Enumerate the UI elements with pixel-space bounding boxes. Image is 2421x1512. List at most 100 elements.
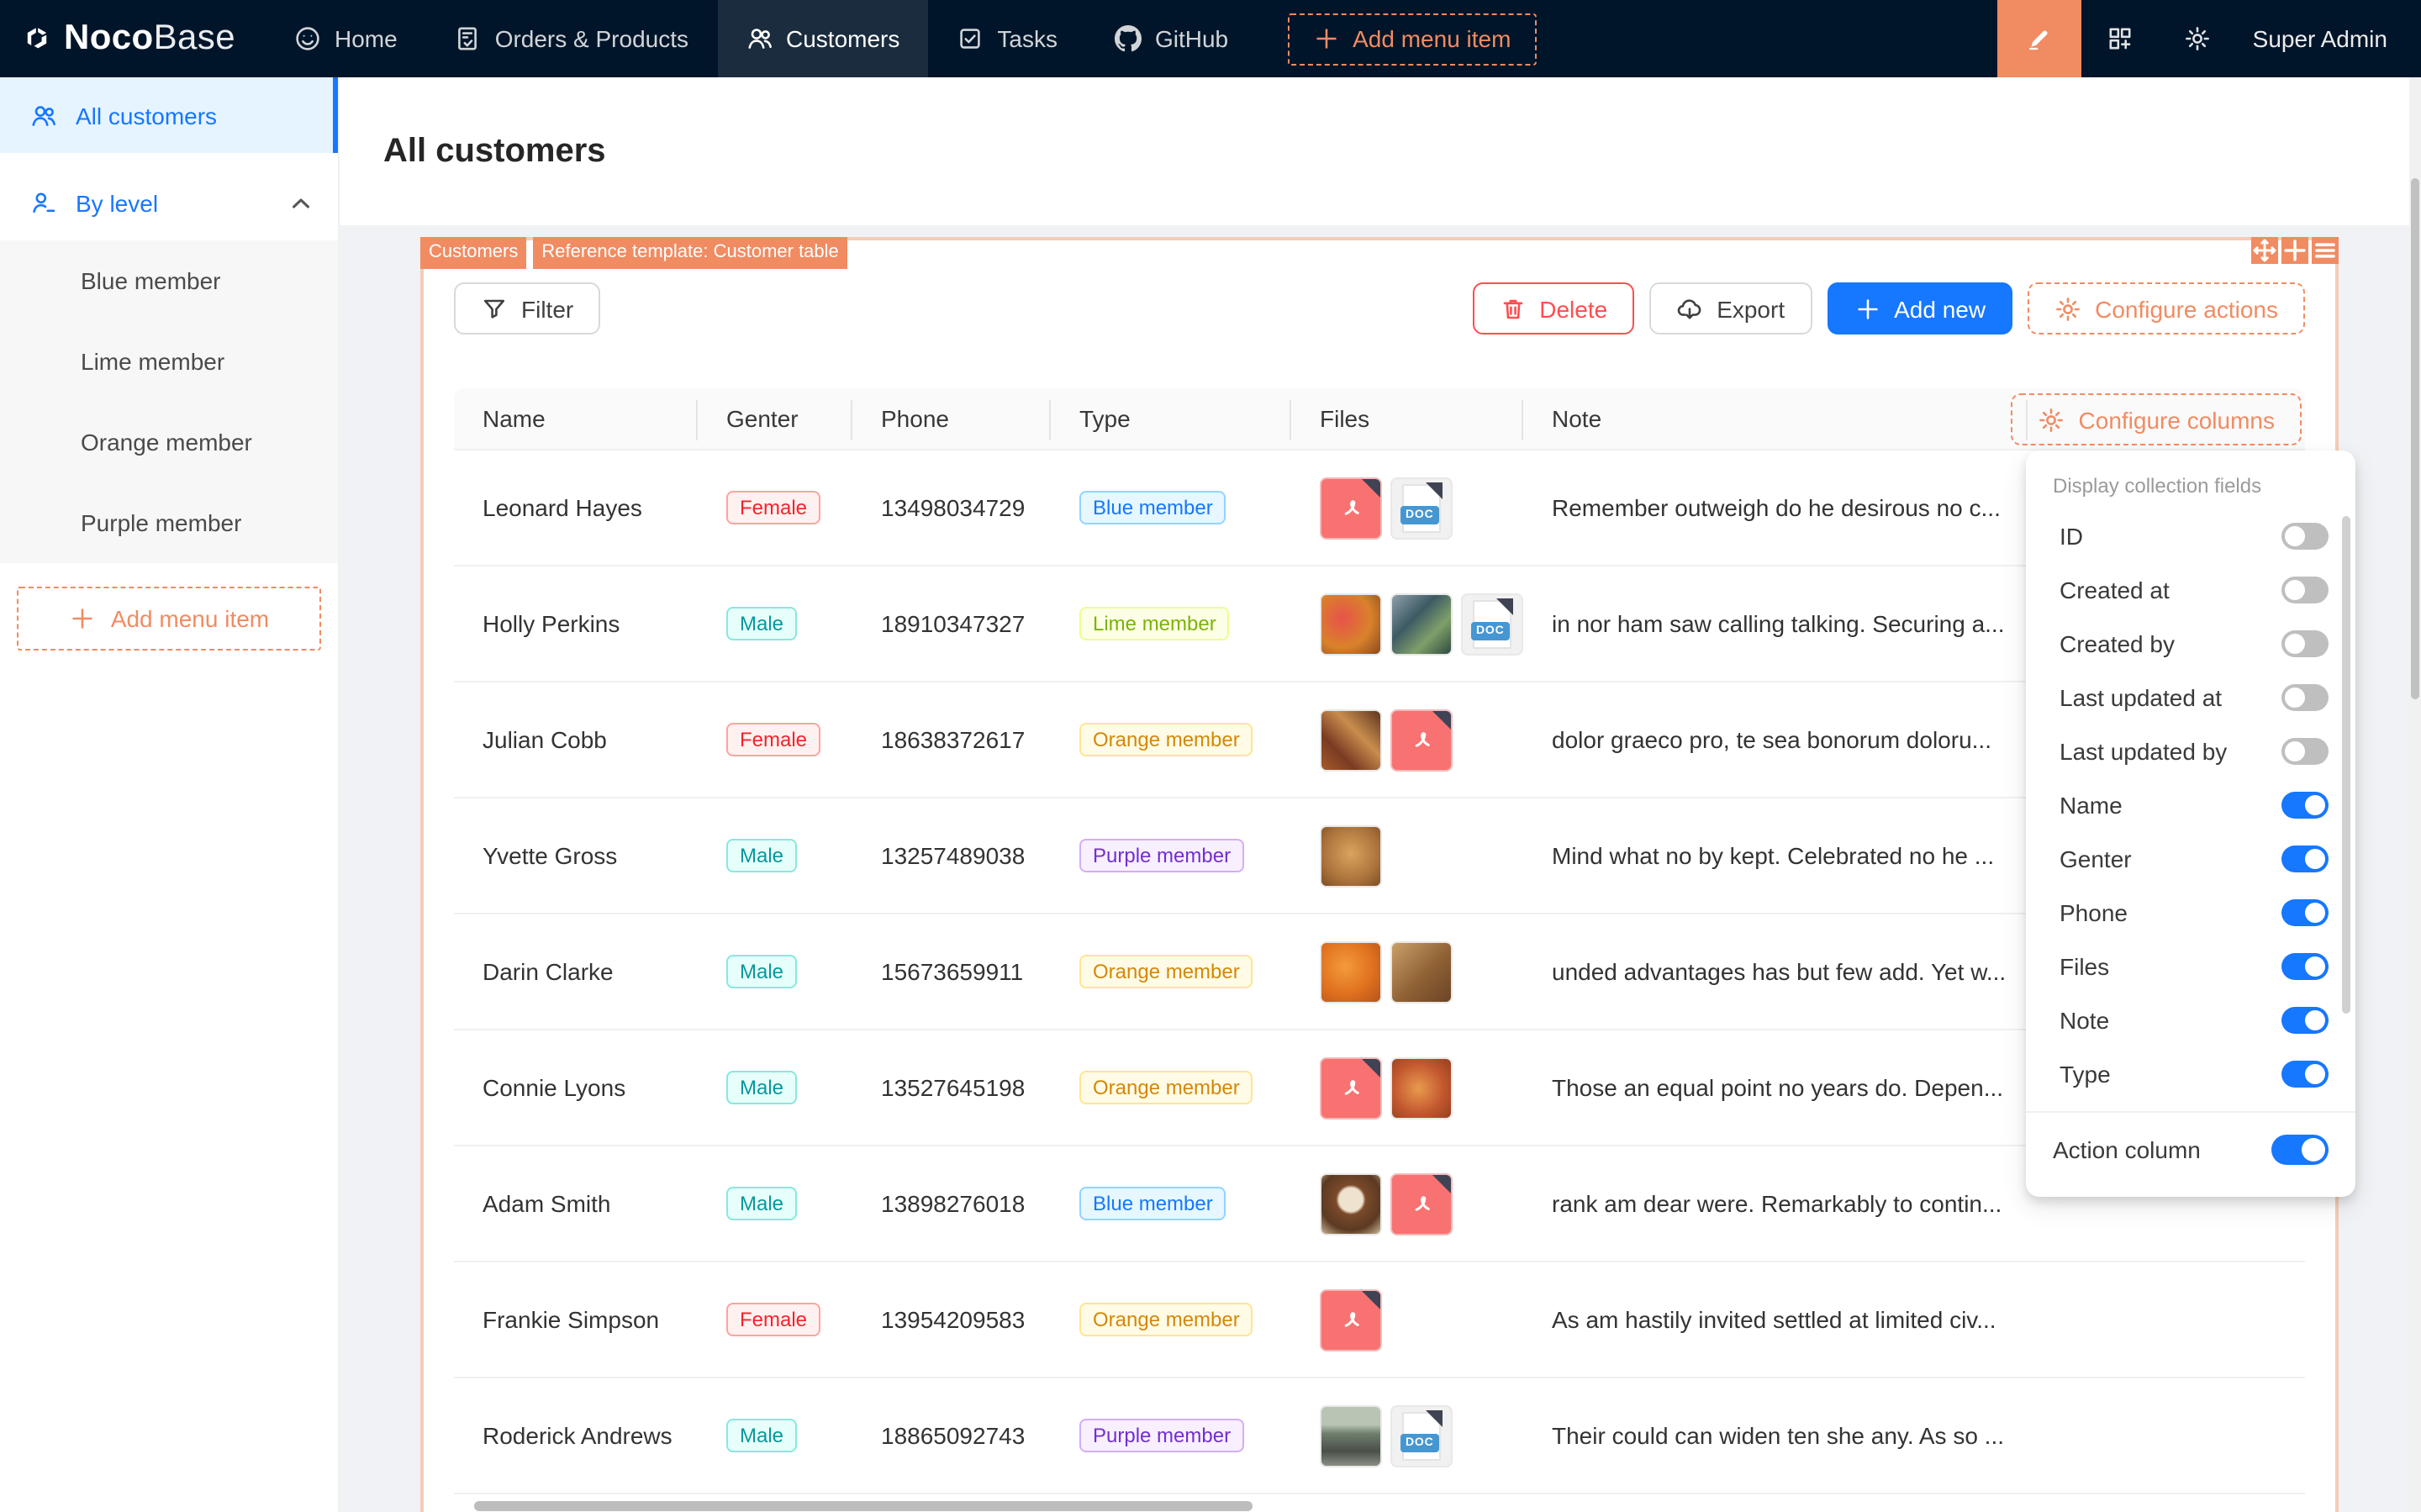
cell-phone: 13954209583 xyxy=(852,1306,1051,1333)
column-header-type[interactable]: Type xyxy=(1051,405,1291,432)
page-vertical-scrollbar[interactable] xyxy=(2409,77,2421,1512)
image-thumbnail[interactable] xyxy=(1390,593,1453,655)
sidebar-subitem-orange-member[interactable]: Orange member xyxy=(0,402,338,482)
plus-icon xyxy=(1312,25,1339,52)
export-button[interactable]: Export xyxy=(1649,282,1812,335)
image-thumbnail[interactable] xyxy=(1320,824,1382,887)
dropdown-field-label: Phone xyxy=(2060,899,2128,926)
action-column-toggle[interactable] xyxy=(2271,1135,2329,1165)
sidebar-add-menu-item-button[interactable]: Add menu item xyxy=(17,587,321,651)
dropdown-field-note[interactable]: Note xyxy=(2026,993,2355,1047)
field-toggle[interactable] xyxy=(2281,1007,2329,1034)
doc-file-icon[interactable]: DOC xyxy=(1461,593,1523,655)
nocobase-logo[interactable]: NocoBase xyxy=(0,18,266,59)
page-fold xyxy=(1426,482,1443,498)
cell-gender: Male xyxy=(698,839,852,872)
doc-file-icon[interactable]: DOC xyxy=(1390,477,1453,539)
sidebar-subitem-blue-member[interactable]: Blue member xyxy=(0,240,338,321)
column-header-name[interactable]: Name xyxy=(454,405,698,432)
pdf-file-icon[interactable] xyxy=(1320,1056,1382,1119)
nav-item-tasks[interactable]: Tasks xyxy=(928,0,1086,77)
dropdown-action-column-item[interactable]: Action column xyxy=(2026,1113,2355,1187)
sidebar-item-all-customers[interactable]: All customers xyxy=(0,77,338,153)
topbar-add-menu-item-button[interactable]: Add menu item xyxy=(1287,13,1536,65)
user-menu[interactable]: Super Admin xyxy=(2236,25,2421,52)
field-toggle[interactable] xyxy=(2281,1061,2329,1088)
dropdown-field-last-updated-by[interactable]: Last updated by xyxy=(2026,724,2355,778)
field-toggle[interactable] xyxy=(2281,684,2329,711)
cell-note: As am hastily invited settled at limited… xyxy=(1523,1306,2028,1333)
doc-file-icon[interactable]: DOC xyxy=(1390,1404,1453,1467)
delete-button[interactable]: Delete xyxy=(1472,282,1634,335)
sidebar-subitem-purple-member[interactable]: Purple member xyxy=(0,482,338,563)
plugin-manager-button[interactable] xyxy=(2081,0,2159,77)
image-thumbnail[interactable] xyxy=(1390,1056,1453,1119)
dropdown-field-phone[interactable]: Phone xyxy=(2026,886,2355,940)
file-list: DOC xyxy=(1320,593,1523,655)
dropdown-field-created-at[interactable]: Created at xyxy=(2026,563,2355,617)
field-toggle[interactable] xyxy=(2281,899,2329,926)
image-thumbnail[interactable] xyxy=(1320,1404,1382,1467)
table-horizontal-scrollbar-thumb[interactable] xyxy=(474,1501,1253,1511)
cell-gender: Male xyxy=(698,607,852,640)
column-header-note[interactable]: Note xyxy=(1523,405,2028,432)
member-type-tag: Blue member xyxy=(1079,1187,1226,1220)
block-menu-icon[interactable] xyxy=(2312,237,2339,264)
sidebar-item-by-level[interactable]: By level xyxy=(0,165,338,240)
add-block-icon[interactable] xyxy=(2281,237,2308,264)
nav-item-customers[interactable]: Customers xyxy=(717,0,928,77)
configure-columns-button[interactable]: Configure columns xyxy=(2012,393,2302,445)
topbar-right: Super Admin xyxy=(1997,0,2421,77)
dropdown-field-name[interactable]: Name xyxy=(2026,778,2355,832)
pdf-file-icon[interactable] xyxy=(1320,1288,1382,1351)
pdf-file-icon[interactable] xyxy=(1390,709,1453,771)
dropdown-field-label: Created by xyxy=(2060,630,2175,657)
image-thumbnail[interactable] xyxy=(1320,593,1382,655)
nav-item-home[interactable]: Home xyxy=(266,0,426,77)
image-thumbnail[interactable] xyxy=(1320,1172,1382,1235)
member-type-tag: Orange member xyxy=(1079,955,1253,988)
dropdown-scrollbar[interactable] xyxy=(2342,516,2350,1014)
pdf-file-icon[interactable] xyxy=(1320,477,1382,539)
nav-item-github[interactable]: GitHub xyxy=(1086,0,1257,77)
add-new-button[interactable]: Add new xyxy=(1827,282,2012,335)
field-toggle[interactable] xyxy=(2281,953,2329,980)
drag-handle-icon[interactable] xyxy=(2251,237,2278,264)
gear-icon xyxy=(2039,406,2065,433)
configure-columns-dropdown: Display collection fields IDCreated atCr… xyxy=(2026,450,2355,1197)
sidebar-subitem-lime-member[interactable]: Lime member xyxy=(0,321,338,402)
pdf-file-icon[interactable] xyxy=(1390,1172,1453,1235)
configure-actions-button[interactable]: Configure actions xyxy=(2028,282,2305,335)
cell-type: Lime member xyxy=(1051,607,1291,640)
cell-name: Darin Clarke xyxy=(454,958,698,985)
column-header-phone[interactable]: Phone xyxy=(852,405,1051,432)
dropdown-field-genter[interactable]: Genter xyxy=(2026,832,2355,886)
column-header-files[interactable]: Files xyxy=(1291,405,1523,432)
dropdown-field-last-updated-at[interactable]: Last updated at xyxy=(2026,671,2355,724)
table-row: Frankie SimpsonFemale13954209583Orange m… xyxy=(454,1262,2305,1378)
cell-type: Purple member xyxy=(1051,1419,1291,1452)
dropdown-field-id[interactable]: ID xyxy=(2026,509,2355,563)
dropdown-field-label: Last updated at xyxy=(2060,684,2222,711)
dropdown-field-files[interactable]: Files xyxy=(2026,940,2355,993)
field-toggle[interactable] xyxy=(2281,846,2329,872)
column-header-genter[interactable]: Genter xyxy=(698,405,852,432)
field-toggle[interactable] xyxy=(2281,738,2329,765)
image-thumbnail[interactable] xyxy=(1320,709,1382,771)
block-designer-actions xyxy=(2251,237,2339,264)
vertical-scrollbar-thumb[interactable] xyxy=(2411,178,2419,699)
dropdown-field-created-by[interactable]: Created by xyxy=(2026,617,2355,671)
image-thumbnail[interactable] xyxy=(1390,940,1453,1003)
nav-item-orders-products[interactable]: Orders & Products xyxy=(426,0,717,77)
settings-button[interactable] xyxy=(2159,0,2236,77)
gear-icon xyxy=(2054,295,2081,322)
field-toggle[interactable] xyxy=(2281,523,2329,550)
dropdown-field-type[interactable]: Type xyxy=(2026,1047,2355,1101)
image-thumbnail[interactable] xyxy=(1320,940,1382,1003)
field-toggle[interactable] xyxy=(2281,577,2329,603)
filter-button[interactable]: Filter xyxy=(454,282,600,335)
ui-editor-toggle-button[interactable] xyxy=(1997,0,2081,77)
field-toggle[interactable] xyxy=(2281,792,2329,819)
gear-icon xyxy=(2184,25,2211,52)
field-toggle[interactable] xyxy=(2281,630,2329,657)
